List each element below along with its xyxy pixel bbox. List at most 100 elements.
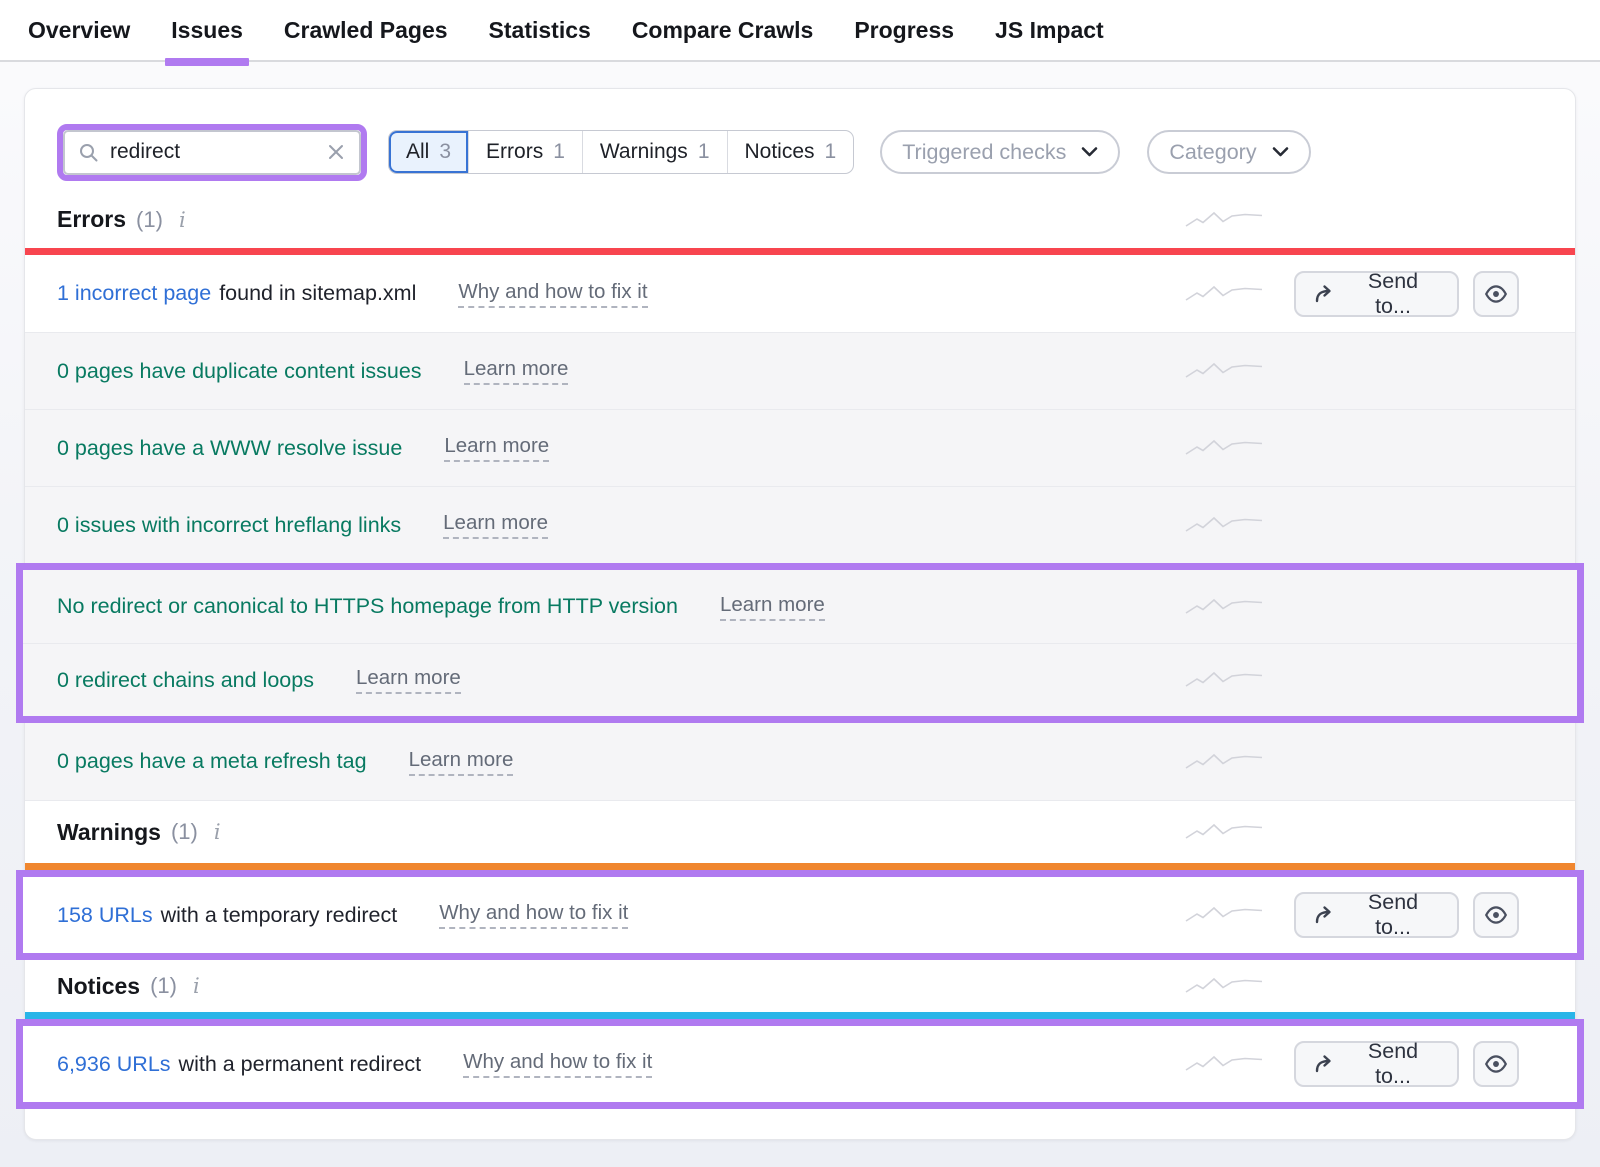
annotation-box-warning-row: 158 URLs with a temporary redirect Why a… — [16, 870, 1584, 960]
issue-text: 0 pages have a WWW resolve issue — [57, 436, 402, 461]
tab-statistics[interactable]: Statistics — [487, 1, 593, 60]
info-icon[interactable]: i — [214, 820, 221, 844]
learn-more-link[interactable]: Learn more — [409, 748, 514, 776]
notices-count: (1) — [150, 973, 177, 999]
severity-filter-tabs: All 3 Errors 1 Warnings 1 Notices 1 — [388, 130, 854, 174]
tab-crawled-pages[interactable]: Crawled Pages — [282, 1, 450, 60]
search-box — [63, 130, 361, 175]
issue-text: 6,936 URLs with a permanent redirect — [57, 1052, 421, 1077]
trend-sparkline — [1184, 1052, 1264, 1076]
send-to-button[interactable]: Send to... — [1294, 892, 1459, 938]
why-how-to-fix-link[interactable]: Why and how to fix it — [463, 1050, 652, 1078]
clear-search-icon[interactable] — [325, 141, 347, 163]
errors-severity-bar — [25, 248, 1575, 255]
annotation-box-redirect-rows: No redirect or canonical to HTTPS homepa… — [16, 563, 1584, 723]
trend-sparkline — [1184, 513, 1264, 537]
notices-severity-bar — [25, 1012, 1575, 1019]
info-icon[interactable]: i — [193, 974, 200, 998]
send-to-button[interactable]: Send to... — [1294, 271, 1459, 317]
issue-row-meta-refresh: 0 pages have a meta refresh tag Learn mo… — [25, 723, 1575, 800]
errors-section-header: Errors (1) i — [25, 191, 1575, 248]
trend-sparkline — [1184, 750, 1264, 774]
warnings-section-header: Warnings (1) i — [25, 800, 1575, 863]
issue-row-incorrect-sitemap: 1 incorrect page found in sitemap.xml Wh… — [25, 255, 1575, 332]
filter-errors-count: 1 — [553, 140, 565, 164]
trend-sparkline — [1184, 668, 1264, 692]
filters-toolbar: All 3 Errors 1 Warnings 1 Notices 1 Trig… — [25, 89, 1575, 191]
issue-row-redirect-chains: 0 redirect chains and loops Learn more — [23, 643, 1577, 716]
learn-more-link[interactable]: Learn more — [720, 593, 825, 621]
issue-row-temporary-redirect: 158 URLs with a temporary redirect Why a… — [23, 877, 1577, 953]
errors-title: Errors — [57, 206, 126, 233]
share-arrow-icon — [1314, 284, 1336, 304]
filter-notices[interactable]: Notices 1 — [727, 131, 854, 173]
issue-row-permanent-redirect: 6,936 URLs with a permanent redirect Why… — [23, 1026, 1577, 1102]
filter-all[interactable]: All 3 — [389, 131, 468, 173]
issue-count-link[interactable]: 6,936 URLs — [57, 1052, 171, 1077]
trend-sparkline — [1184, 903, 1264, 927]
issue-count-link[interactable]: 158 URLs — [57, 903, 153, 928]
issue-row-https-redirect: No redirect or canonical to HTTPS homepa… — [23, 570, 1577, 643]
notices-section-header: Notices (1) i — [25, 960, 1575, 1012]
view-button[interactable] — [1473, 1041, 1519, 1087]
view-button[interactable] — [1473, 271, 1519, 317]
filter-all-count: 3 — [439, 140, 451, 164]
trend-sparkline — [1184, 974, 1264, 998]
eye-icon — [1484, 903, 1508, 927]
search-input[interactable] — [110, 140, 325, 164]
eye-icon — [1484, 1052, 1508, 1076]
issue-count-link[interactable]: 1 incorrect page — [57, 281, 211, 306]
share-arrow-icon — [1314, 905, 1336, 925]
chevron-down-icon — [1272, 146, 1289, 158]
eye-icon — [1484, 282, 1508, 306]
issue-row-duplicate-content: 0 pages have duplicate content issues Le… — [25, 332, 1575, 409]
tab-overview[interactable]: Overview — [26, 1, 132, 60]
trend-sparkline — [1184, 282, 1264, 306]
category-dropdown[interactable]: Category — [1147, 130, 1310, 174]
view-button[interactable] — [1473, 892, 1519, 938]
issue-text: 0 pages have a meta refresh tag — [57, 749, 367, 774]
learn-more-link[interactable]: Learn more — [444, 434, 549, 462]
trend-sparkline — [1184, 359, 1264, 383]
tab-progress[interactable]: Progress — [852, 1, 956, 60]
learn-more-link[interactable]: Learn more — [356, 666, 461, 694]
issue-text: 0 redirect chains and loops — [57, 668, 314, 693]
trend-sparkline — [1184, 595, 1264, 619]
filter-warnings[interactable]: Warnings 1 — [582, 131, 727, 173]
warnings-count: (1) — [171, 819, 198, 845]
why-how-to-fix-link[interactable]: Why and how to fix it — [458, 280, 647, 308]
issue-text: 1 incorrect page found in sitemap.xml — [57, 281, 416, 306]
warnings-severity-bar — [25, 863, 1575, 870]
top-navigation: Overview Issues Crawled Pages Statistics… — [0, 0, 1600, 62]
chevron-down-icon — [1081, 146, 1098, 158]
issues-panel: All 3 Errors 1 Warnings 1 Notices 1 Trig… — [24, 88, 1576, 1140]
learn-more-link[interactable]: Learn more — [443, 511, 548, 539]
filter-errors[interactable]: Errors 1 — [468, 131, 582, 173]
tab-js-impact[interactable]: JS Impact — [993, 1, 1106, 60]
triggered-checks-dropdown[interactable]: Triggered checks — [880, 130, 1120, 174]
active-tab-underline — [165, 58, 249, 66]
card-bottom-padding — [25, 1109, 1575, 1139]
notices-title: Notices — [57, 973, 140, 1000]
trend-sparkline — [1184, 436, 1264, 460]
trend-sparkline — [1184, 208, 1264, 232]
issue-text: 158 URLs with a temporary redirect — [57, 903, 397, 928]
info-icon[interactable]: i — [179, 208, 186, 232]
issue-row-hreflang: 0 issues with incorrect hreflang links L… — [25, 486, 1575, 563]
filter-notices-count: 1 — [825, 140, 837, 164]
filter-warnings-count: 1 — [698, 140, 710, 164]
errors-count: (1) — [136, 207, 163, 233]
trend-sparkline — [1184, 820, 1264, 844]
issue-row-www-resolve: 0 pages have a WWW resolve issue Learn m… — [25, 409, 1575, 486]
issue-text: No redirect or canonical to HTTPS homepa… — [57, 594, 678, 619]
warnings-title: Warnings — [57, 819, 161, 846]
why-how-to-fix-link[interactable]: Why and how to fix it — [439, 901, 628, 929]
tab-compare-crawls[interactable]: Compare Crawls — [630, 1, 816, 60]
tab-issues[interactable]: Issues — [169, 1, 245, 60]
issue-text: 0 pages have duplicate content issues — [57, 359, 422, 384]
learn-more-link[interactable]: Learn more — [464, 357, 569, 385]
annotation-box-search — [57, 124, 367, 181]
search-icon — [78, 142, 99, 163]
share-arrow-icon — [1314, 1054, 1336, 1074]
send-to-button[interactable]: Send to... — [1294, 1041, 1459, 1087]
